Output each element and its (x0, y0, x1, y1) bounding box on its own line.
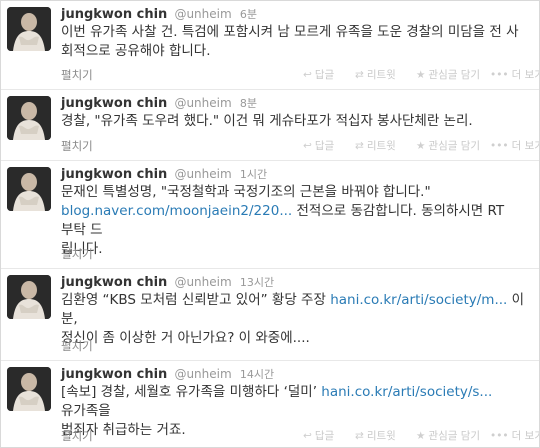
star-icon: ★ (416, 69, 426, 81)
tweet[interactable]: jungkwon chin @unheim 6분 이번 유가족 사찰 건. 특검… (1, 1, 539, 90)
tweet-text-segment: [속보] 경찰, 세월호 유가족을 미행하다 ‘덜미’ (61, 384, 322, 400)
tweet-text: 이번 유가족 사찰 건. 특검에 포함시켜 남 모르게 유족을 도운 경찰의 미… (61, 23, 531, 61)
author-name[interactable]: jungkwon chin (61, 367, 167, 382)
tweet-link[interactable]: blog.naver.com/moonjaein2/220... (61, 203, 292, 219)
star-icon: ★ (416, 140, 426, 152)
expand-link[interactable]: 펼치기 (61, 247, 93, 261)
tweet-text-line: blog.naver.com/moonjaein2/220... 전적으로 동감… (61, 202, 531, 240)
tweet-text-line: 립니다. (61, 241, 103, 257)
ellipsis-icon: ••• (490, 69, 509, 81)
tweet-text-line: 이번 유가족 사찰 건. 특검에 포함시켜 남 모르게 유족을 도운 경찰의 미… (61, 24, 519, 40)
tweet-actions: ↩답글 ⇄리트윗 ★관심글 담기 •••더 보기 (303, 139, 539, 153)
reply-arrow-icon: ↩ (303, 430, 312, 442)
ellipsis-icon: ••• (490, 140, 509, 152)
favorite-button[interactable]: ★ 관심글 담기 (416, 139, 480, 153)
tweet-actions: ↩답글 ⇄리트윗 ★관심글 담기 •••더 보기 (303, 429, 539, 443)
star-icon: ★ (416, 430, 426, 442)
author-name[interactable]: jungkwon chin (61, 275, 167, 290)
more-button[interactable]: •••더 보기 (490, 139, 539, 153)
tweet-text: 문재인 특별성명, "국정철학과 국정기조의 근본을 바꿔야 합니다." blo… (61, 183, 531, 259)
ellipsis-icon: ••• (490, 430, 509, 442)
tweet-timestamp[interactable]: 8분 (240, 97, 257, 110)
more-button[interactable]: •••더 보기 (490, 429, 539, 443)
tweet-timestamp[interactable]: 14시간 (240, 368, 274, 381)
reply-button[interactable]: ↩ 답글 (303, 68, 334, 82)
tweet-link[interactable]: hani.co.kr/arti/society/s... (321, 384, 492, 400)
tweet-timestamp[interactable]: 6분 (240, 8, 257, 21)
avatar-photo-icon (7, 167, 51, 211)
retweet-button[interactable]: ⇄ 리트윗 (355, 68, 396, 82)
avatar[interactable] (7, 167, 51, 211)
tweet-text: 경찰, "유가족 도우려 했다." 이건 뭐 게슈타포가 적십자 봉사단체란 논… (61, 112, 531, 131)
tweet-text-line: 정신이 좀 이상한 거 아닌가요? 이 와중에.... (61, 330, 310, 346)
tweet-text: 김환영 “KBS 모처럼 신뢰받고 있어” 황당 주장 hani.co.kr/a… (61, 291, 531, 348)
avatar[interactable] (7, 275, 51, 319)
avatar-photo-icon (7, 96, 51, 140)
author-handle[interactable]: @unheim (174, 7, 231, 21)
tweet-timestamp[interactable]: 13시간 (240, 276, 274, 289)
reply-arrow-icon: ↩ (303, 140, 312, 152)
author-name[interactable]: jungkwon chin (61, 96, 167, 111)
reply-arrow-icon: ↩ (303, 69, 312, 81)
expand-link[interactable]: 펼치기 (61, 429, 93, 443)
avatar[interactable] (7, 367, 51, 411)
tweet-text-segment: 김환영 “KBS 모처럼 신뢰받고 있어” 황당 주장 (61, 292, 331, 308)
tweet-text-line: 경찰, "유가족 도우려 했다." 이건 뭐 게슈타포가 적십자 봉사단체란 논… (61, 113, 473, 129)
favorite-button[interactable]: ★ 관심글 담기 (416, 68, 480, 82)
tweet[interactable]: jungkwon chin @unheim 14시간 [속보] 경찰, 세월호 … (1, 361, 539, 447)
author-handle[interactable]: @unheim (174, 367, 231, 381)
tweet-text-segment: 유가족을 (61, 403, 111, 419)
tweet-link[interactable]: hani.co.kr/arti/society/m... (330, 292, 507, 308)
author-handle[interactable]: @unheim (174, 96, 231, 110)
retweet-arrows-icon: ⇄ (355, 140, 364, 152)
avatar[interactable] (7, 7, 51, 51)
tweet-text-line: [속보] 경찰, 세월호 유가족을 미행하다 ‘덜미’ hani.co.kr/a… (61, 383, 531, 421)
expand-link[interactable]: 펼치기 (61, 68, 93, 82)
author-handle[interactable]: @unheim (174, 167, 231, 181)
tweet-text-line: 회적으로 공유해야 합니다. (61, 43, 211, 59)
tweet-timestamp[interactable]: 1시간 (240, 168, 267, 181)
expand-link[interactable]: 펼치기 (61, 139, 93, 153)
retweet-button[interactable]: ⇄ 리트윗 (355, 139, 396, 153)
retweet-arrows-icon: ⇄ (355, 430, 364, 442)
retweet-button[interactable]: ⇄ 리트윗 (355, 429, 396, 443)
tweet-timeline: jungkwon chin @unheim 6분 이번 유가족 사찰 건. 특검… (0, 0, 540, 448)
author-name[interactable]: jungkwon chin (61, 167, 167, 182)
avatar[interactable] (7, 96, 51, 140)
tweet-text-line: 김환영 “KBS 모처럼 신뢰받고 있어” 황당 주장 hani.co.kr/a… (61, 291, 531, 329)
reply-button[interactable]: ↩ 답글 (303, 139, 334, 153)
retweet-arrows-icon: ⇄ (355, 69, 364, 81)
avatar-photo-icon (7, 275, 51, 319)
tweet[interactable]: jungkwon chin @unheim 8분 경찰, "유가족 도우려 했다… (1, 90, 539, 161)
author-name[interactable]: jungkwon chin (61, 7, 167, 22)
avatar-photo-icon (7, 7, 51, 51)
favorite-button[interactable]: ★ 관심글 담기 (416, 429, 480, 443)
more-button[interactable]: •••더 보기 (490, 68, 539, 82)
tweet[interactable]: jungkwon chin @unheim 1시간 문재인 특별성명, "국정철… (1, 161, 539, 269)
author-handle[interactable]: @unheim (174, 275, 231, 289)
tweet[interactable]: jungkwon chin @unheim 13시간 김환영 “KBS 모처럼 … (1, 269, 539, 361)
reply-button[interactable]: ↩ 답글 (303, 429, 334, 443)
avatar-photo-icon (7, 367, 51, 411)
tweet-text-line: 문재인 특별성명, "국정철학과 국정기조의 근본을 바꿔야 합니다." (61, 184, 431, 200)
tweet-actions: ↩답글 ⇄리트윗 ★관심글 담기 •••더 보기 (303, 68, 539, 82)
expand-link[interactable]: 펼치기 (61, 339, 93, 353)
